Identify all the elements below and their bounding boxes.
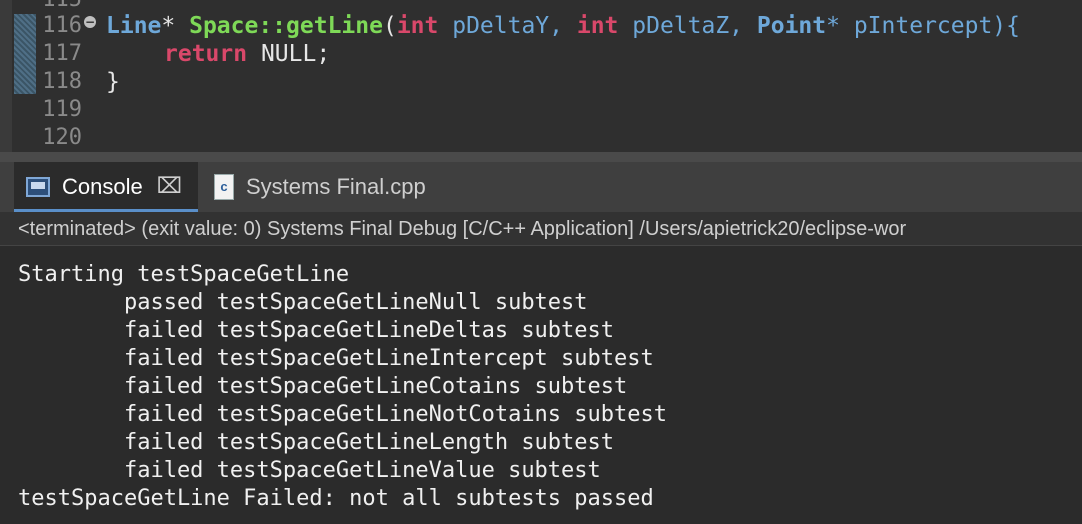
close-icon[interactable]: ⌧: [157, 176, 182, 198]
code-line-116[interactable]: Line* Space::getLine(int pDeltaY, int pD…: [106, 12, 1020, 40]
keyword-token: return: [164, 41, 248, 67]
view-tab-bar: Console ⌧ c Systems Final.cpp: [0, 162, 1082, 212]
console-line: passed testSpaceGetLineNull subtest: [18, 290, 588, 315]
tab-console[interactable]: Console ⌧: [14, 162, 198, 212]
param-token: pDeltaZ,: [618, 13, 757, 39]
keyword-token: int: [396, 13, 439, 39]
tab-systems-final-cpp[interactable]: c Systems Final.cpp: [208, 162, 426, 212]
change-marker: [14, 14, 36, 94]
console-line: failed testSpaceGetLineNotCotains subtes…: [18, 402, 668, 427]
console-line: failed testSpaceGetLineDeltas subtest: [18, 318, 615, 343]
editor-left-ruler: [0, 0, 12, 152]
tab-console-label: Console: [62, 174, 143, 199]
console-output[interactable]: Starting testSpaceGetLine passed testSpa…: [0, 247, 1082, 524]
line-number: 119: [42, 97, 82, 122]
line-number: 120: [42, 125, 82, 150]
keyword-token: int: [576, 13, 619, 39]
code-line-117[interactable]: return NULL;: [164, 40, 330, 68]
console-line: failed testSpaceGetLineIntercept subtest: [18, 346, 654, 371]
code-token: }: [106, 69, 120, 95]
code-editor[interactable]: 115 116 117 118 119 120 − Line* Space::g…: [0, 0, 1082, 152]
cpp-file-icon: c: [214, 174, 234, 200]
line-number: 117: [42, 41, 82, 66]
console-icon: [26, 177, 50, 197]
console-process-status: <terminated> (exit value: 0) Systems Fin…: [0, 212, 1082, 246]
view-splitter[interactable]: [0, 152, 1082, 162]
console-line: testSpaceGetLine Failed: not all subtest…: [18, 486, 654, 511]
param-token: pDeltaY,: [438, 13, 577, 39]
code-line-118[interactable]: }: [106, 68, 120, 96]
line-number: 116: [42, 13, 82, 38]
code-token: NULL;: [247, 41, 331, 67]
param-token: * pIntercept){: [826, 13, 1021, 39]
code-token: *: [161, 13, 190, 39]
line-number: 118: [42, 69, 82, 94]
tab-file-label: Systems Final.cpp: [246, 174, 426, 199]
console-line: failed testSpaceGetLineValue subtest: [18, 458, 601, 483]
console-line: Starting testSpaceGetLine: [18, 262, 350, 287]
console-line: failed testSpaceGetLineCotains subtest: [18, 374, 628, 399]
fold-collapse-icon[interactable]: −: [84, 16, 96, 28]
type-token: Line: [106, 13, 162, 39]
console-line: failed testSpaceGetLineLength subtest: [18, 430, 615, 455]
function-name-token: Space::getLine: [189, 13, 383, 39]
type-token: Point: [756, 13, 827, 39]
code-token: (: [382, 13, 397, 39]
